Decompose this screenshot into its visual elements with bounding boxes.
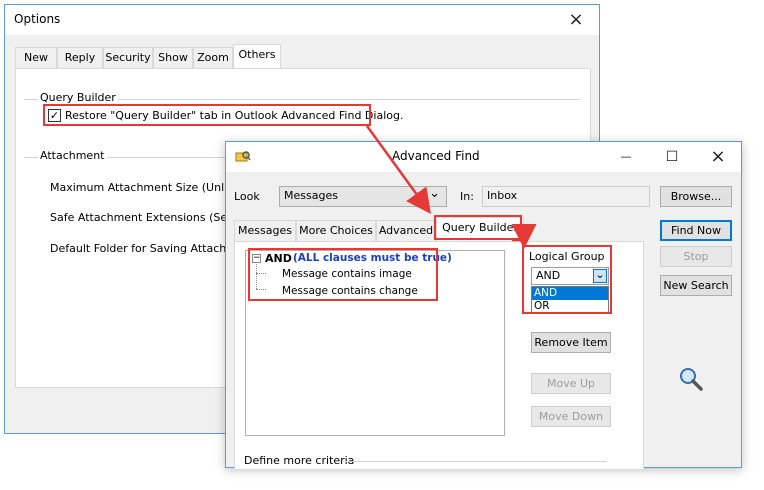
arrow-to-query-builder-tab xyxy=(365,125,431,215)
arrow-to-logical-group xyxy=(511,224,537,249)
annotation-arrows xyxy=(365,125,537,249)
